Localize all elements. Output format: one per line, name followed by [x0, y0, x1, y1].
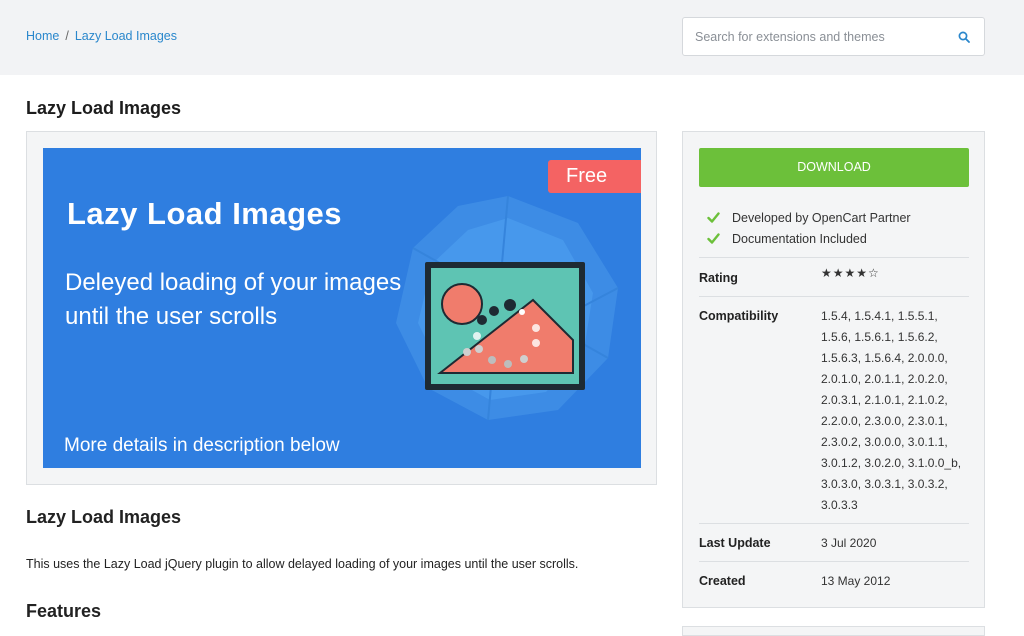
- product-image-frame: Lazy Load Images Deleyed loading of your…: [26, 131, 657, 485]
- search-box: [682, 17, 985, 56]
- rating-row: Rating ★★★★☆: [699, 257, 969, 296]
- secondary-sidebar-box: [682, 626, 985, 636]
- description-heading: Lazy Load Images: [26, 507, 182, 527]
- product-sidebar: DOWNLOAD Developed by OpenCart Partner D…: [682, 131, 985, 608]
- banner-title: Lazy Load Images: [67, 196, 343, 231]
- breadcrumb: Home / Lazy Load Images: [26, 29, 177, 43]
- rating-stars-icon: ★★★★☆: [821, 266, 880, 280]
- checkmark-icon: [707, 212, 720, 223]
- page-title: Lazy Load Images: [26, 98, 182, 118]
- search-icon[interactable]: [958, 31, 970, 43]
- product-banner-image[interactable]: Lazy Load Images Deleyed loading of your…: [43, 148, 641, 468]
- feature-checklist: Developed by OpenCart Partner Documentat…: [707, 207, 911, 249]
- download-button[interactable]: DOWNLOAD: [699, 148, 969, 187]
- rating-label: Rating: [699, 271, 738, 285]
- check-item-label: Developed by OpenCart Partner: [732, 210, 911, 225]
- check-item: Documentation Included: [707, 228, 911, 249]
- lazy-load-illustration-icon: [396, 195, 619, 421]
- banner-more-text: More details in description below: [64, 435, 340, 456]
- checkmark-icon: [707, 233, 720, 244]
- last-update-label: Last Update: [699, 536, 771, 550]
- created-label: Created: [699, 574, 746, 588]
- top-bar: Home / Lazy Load Images: [0, 0, 1024, 75]
- compatibility-versions: 1.5.4, 1.5.4.1, 1.5.5.1, 1.5.6, 1.5.6.1,…: [821, 309, 962, 512]
- compatibility-label: Compatibility: [699, 309, 779, 323]
- breadcrumb-home-link[interactable]: Home: [26, 29, 59, 43]
- compatibility-row: Compatibility 1.5.4, 1.5.4.1, 1.5.5.1, 1…: [699, 296, 969, 523]
- description-text: This uses the Lazy Load jQuery plugin to…: [26, 557, 579, 571]
- breadcrumb-separator: /: [65, 29, 69, 43]
- breadcrumb-current-link[interactable]: Lazy Load Images: [75, 29, 177, 43]
- features-heading: Features: [26, 601, 102, 621]
- created-row: Created 13 May 2012: [699, 561, 969, 601]
- created-value: 13 May 2012: [821, 574, 891, 588]
- search-input[interactable]: [695, 28, 945, 46]
- last-update-value: 3 Jul 2020: [821, 536, 877, 550]
- last-update-row: Last Update 3 Jul 2020: [699, 523, 969, 561]
- banner-subtitle: Deleyed loading of your images until the…: [65, 269, 402, 330]
- check-item: Developed by OpenCart Partner: [707, 207, 911, 228]
- check-item-label: Documentation Included: [732, 231, 867, 246]
